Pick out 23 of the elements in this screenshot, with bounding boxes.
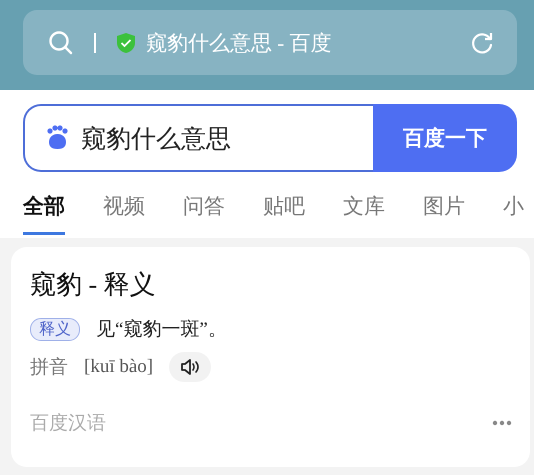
tab[interactable]: 全部 <box>23 190 65 235</box>
speaker-icon <box>179 357 202 377</box>
definition-tag: 释义 <box>30 318 80 340</box>
definition-text: 见“窥豹一斑”。 <box>96 318 227 342</box>
tab[interactable]: 视频 <box>103 190 145 235</box>
tab[interactable]: 问答 <box>183 190 225 235</box>
page-title: 窥豹什么意思 - 百度 <box>146 30 332 56</box>
search-button[interactable]: 百度一下 <box>373 104 517 172</box>
more-icon[interactable] <box>492 420 512 426</box>
speaker-button[interactable] <box>169 352 212 382</box>
address-bar[interactable]: 窥豹什么意思 - 百度 <box>23 10 517 75</box>
tab[interactable]: 小 <box>503 190 524 235</box>
tab[interactable]: 贴吧 <box>263 190 305 235</box>
paw-logo-icon <box>45 125 69 151</box>
pinyin-text: [kuī bào] <box>84 356 154 378</box>
search-field[interactable]: 窥豹什么意思 <box>23 104 373 172</box>
source-label[interactable]: 百度汉语 <box>30 410 106 436</box>
tab[interactable]: 文库 <box>343 190 385 235</box>
pinyin-label: 拼音 <box>30 356 68 380</box>
shield-check-icon <box>116 32 136 54</box>
search-icon[interactable] <box>48 30 74 56</box>
tab[interactable]: 图片 <box>423 190 465 235</box>
result-title[interactable]: 窥豹 - 释义 <box>30 267 512 302</box>
